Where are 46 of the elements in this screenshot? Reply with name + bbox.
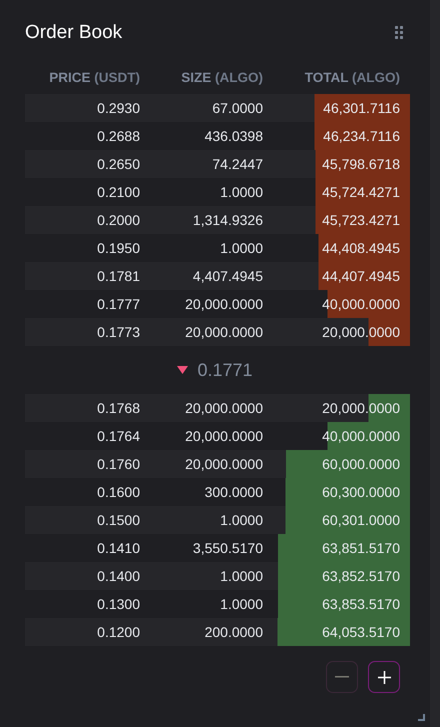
panel-title: Order Book xyxy=(25,22,122,44)
zoom-in-button[interactable] xyxy=(368,661,400,693)
size-cell-text: 74.2447 xyxy=(211,156,263,172)
size-cell-text: 20,000.0000 xyxy=(184,428,263,444)
price-cell-text: 0.1500 xyxy=(96,512,140,528)
drag-handle-icon[interactable] xyxy=(395,26,403,40)
price-cell-text: 0.2100 xyxy=(96,184,140,200)
resize-handle-icon[interactable] xyxy=(418,714,425,721)
price-cell-text: 0.1773 xyxy=(96,324,140,340)
price-cell-text: 0.2000 xyxy=(96,212,140,228)
price-cell-text: 0.1768 xyxy=(96,400,140,416)
price-cell-text: 0.1400 xyxy=(96,568,140,584)
size-cell-text: 1,314.9326 xyxy=(192,212,263,228)
size-cell-text: 20,000.0000 xyxy=(184,324,263,340)
size-cell-text: 1.0000 xyxy=(219,240,263,256)
size-cell-text: 1.0000 xyxy=(219,568,263,584)
size-cell-text: 67.0000 xyxy=(211,100,263,116)
minus-icon xyxy=(335,676,349,678)
size-cell-text: 1.0000 xyxy=(219,512,263,528)
size-cell-text: 4,407.4945 xyxy=(192,268,263,284)
size-cell-text: 3,550.5170 xyxy=(192,540,263,556)
price-cell-text: 0.1950 xyxy=(96,240,140,256)
price-cell-text: 0.1760 xyxy=(96,456,140,472)
price-cell-text: 0.1200 xyxy=(96,624,140,640)
size-cell-text: 300.0000 xyxy=(204,484,263,500)
size-cell-text: 20,000.0000 xyxy=(184,296,263,312)
price-cell-text: 0.1777 xyxy=(96,296,140,312)
price-cell-text: 0.2688 xyxy=(96,128,140,144)
last-price: 0.1771 xyxy=(197,360,253,380)
column-header: SIZE (ALGO) xyxy=(180,70,263,84)
size-cell-text: 436.0398 xyxy=(204,128,263,144)
size-cell-text: 200.0000 xyxy=(204,624,263,640)
price-cell-text: 0.2930 xyxy=(96,100,140,116)
price-cell-text: 0.1300 xyxy=(96,596,140,612)
price-cell-text: 0.1600 xyxy=(96,484,140,500)
plus-icon xyxy=(378,670,390,684)
column-header: PRICE (USDT) xyxy=(48,70,140,84)
price-cell-text: 0.1764 xyxy=(96,428,140,444)
size-cell-text: 20,000.0000 xyxy=(184,400,263,416)
price-cell-text: 0.1781 xyxy=(96,268,140,284)
size-cell-text: 1.0000 xyxy=(219,184,263,200)
column-header: TOTAL (ALGO) xyxy=(304,70,401,84)
size-cell-text: 1.0000 xyxy=(219,596,263,612)
price-cell-text: 0.1410 xyxy=(96,540,140,556)
size-cell-text: 20,000.0000 xyxy=(184,456,263,472)
price-cell-text: 0.2650 xyxy=(96,156,140,172)
